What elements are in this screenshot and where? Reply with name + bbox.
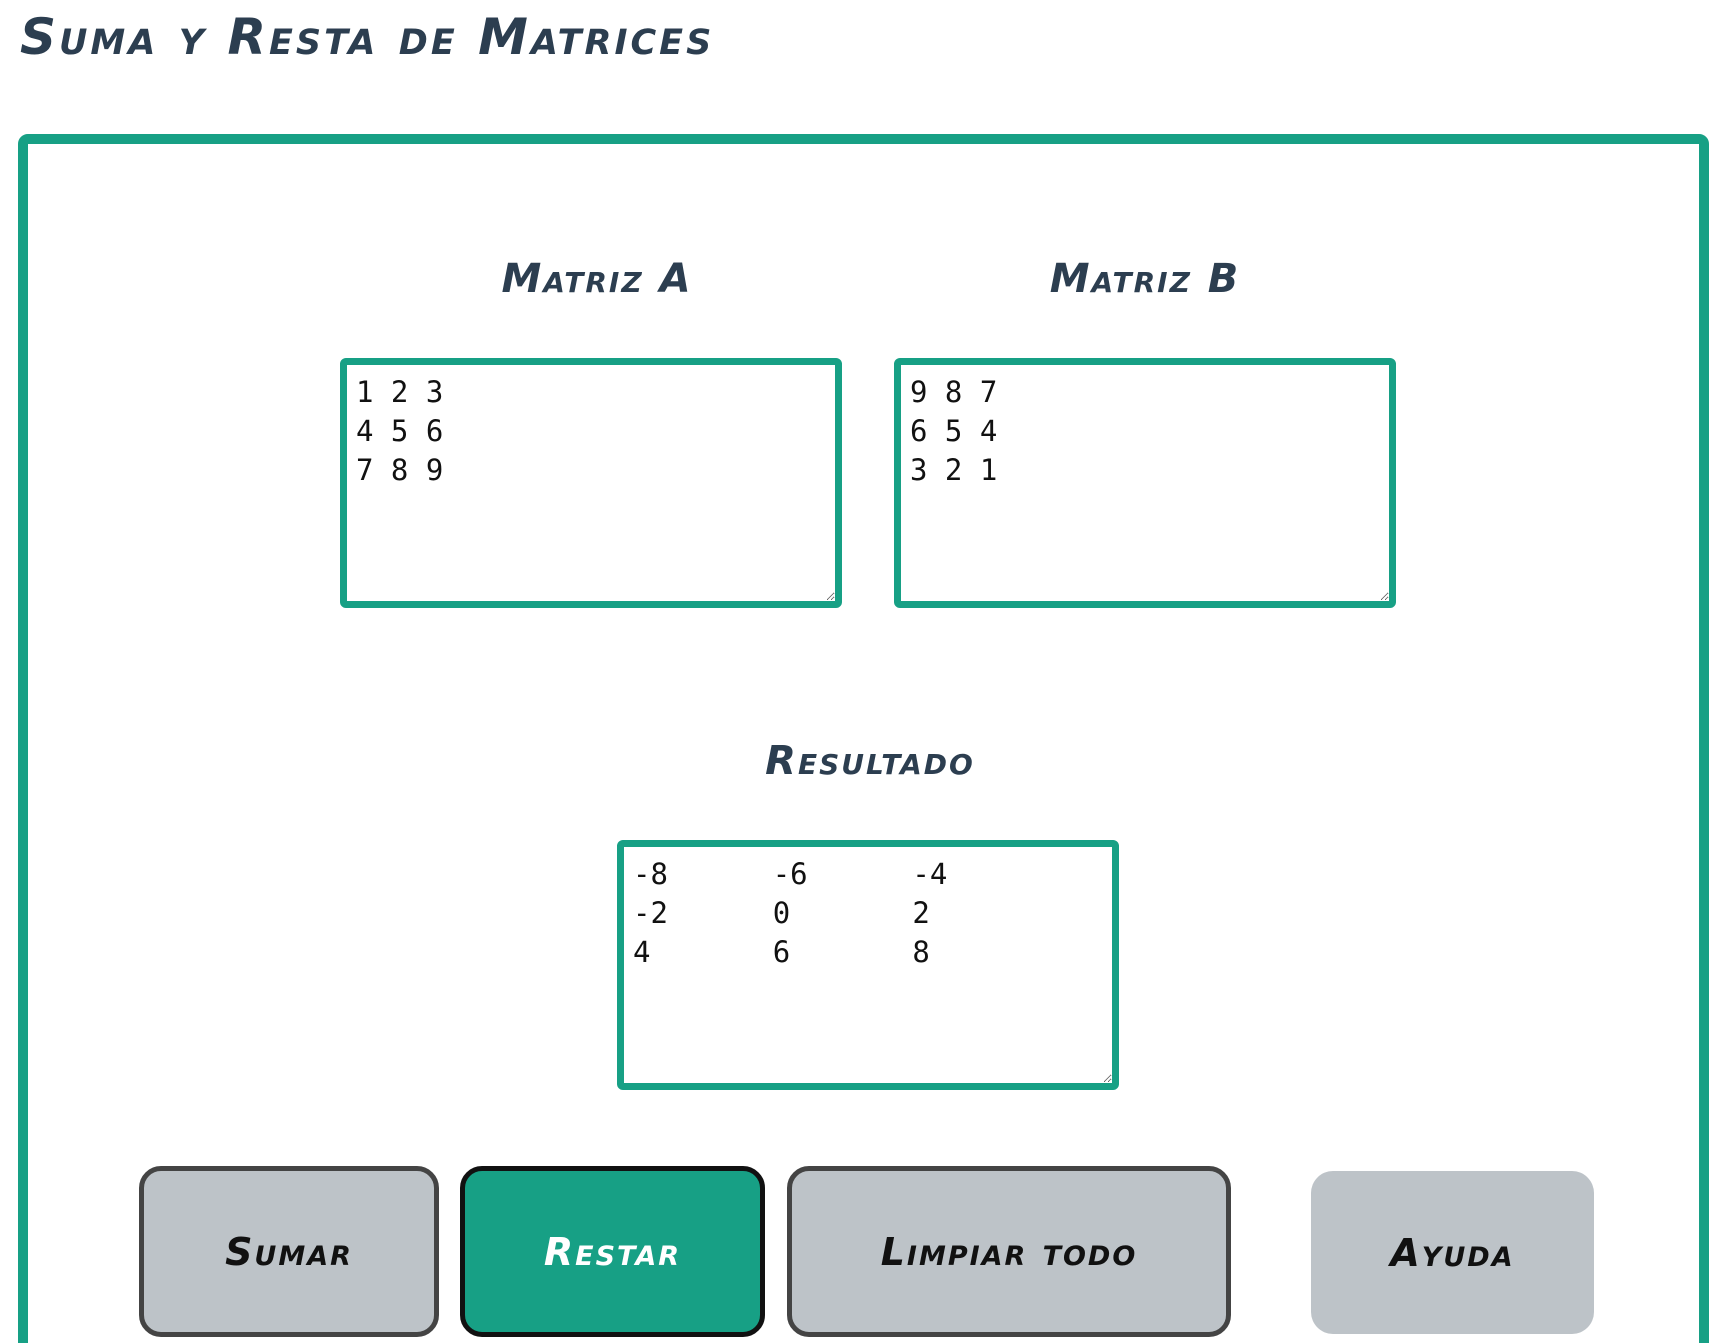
result-label: Resultado: [765, 738, 975, 784]
sumar-button[interactable]: Sumar: [139, 1166, 439, 1337]
matrix-a-input[interactable]: [340, 358, 842, 608]
matrix-a-label: Matriz A: [501, 256, 693, 302]
restar-button[interactable]: Restar: [460, 1166, 765, 1337]
matrix-b-label: Matriz B: [1049, 256, 1241, 302]
matrix-b-input[interactable]: [894, 358, 1396, 608]
limpiar-todo-button[interactable]: Limpiar todo: [787, 1166, 1231, 1337]
page-title: Suma y Resta de Matrices: [20, 8, 715, 66]
result-output[interactable]: [617, 840, 1119, 1090]
ayuda-button[interactable]: Ayuda: [1311, 1171, 1594, 1334]
